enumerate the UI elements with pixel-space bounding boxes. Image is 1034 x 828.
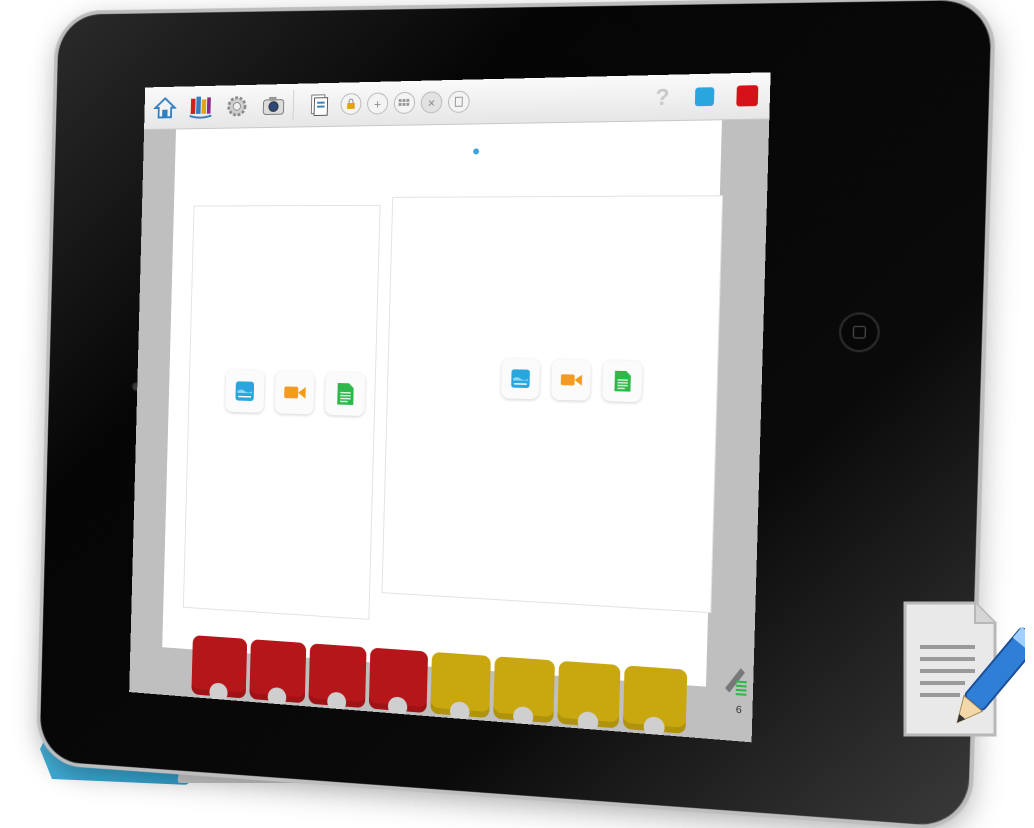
pages-icon[interactable] bbox=[303, 88, 336, 122]
toolbar-divider bbox=[293, 90, 295, 121]
image-icon[interactable] bbox=[501, 358, 540, 399]
books-icon[interactable] bbox=[185, 91, 216, 124]
document-edit-icon bbox=[895, 585, 1025, 755]
tablet-device: + × ? 6 bbox=[39, 0, 991, 828]
toolbar-spacer bbox=[470, 98, 639, 101]
gears-icon[interactable] bbox=[221, 90, 253, 123]
canvas-marker bbox=[473, 148, 479, 154]
text-icon[interactable] bbox=[325, 372, 366, 416]
page-panel-right[interactable] bbox=[381, 195, 723, 613]
page-number: 6 bbox=[736, 704, 742, 716]
close-icon[interactable]: × bbox=[421, 91, 443, 113]
image-icon[interactable] bbox=[225, 370, 264, 413]
help-icon[interactable]: ? bbox=[644, 80, 681, 116]
tile[interactable] bbox=[430, 652, 491, 718]
app-screen: + × ? 6 bbox=[129, 72, 770, 742]
plus-icon[interactable]: + bbox=[367, 92, 389, 114]
media-buttons bbox=[501, 358, 642, 402]
blue-square-icon[interactable] bbox=[686, 79, 723, 115]
tile[interactable] bbox=[249, 639, 306, 703]
editor-canvas[interactable] bbox=[162, 120, 722, 686]
media-buttons bbox=[225, 370, 365, 417]
tile[interactable] bbox=[557, 661, 620, 729]
video-icon[interactable] bbox=[274, 371, 314, 415]
tile[interactable] bbox=[191, 635, 247, 698]
tile[interactable] bbox=[623, 665, 688, 734]
tile[interactable] bbox=[493, 656, 555, 723]
camera-icon[interactable] bbox=[257, 89, 289, 123]
grid-icon[interactable] bbox=[394, 92, 416, 114]
home-icon[interactable] bbox=[150, 91, 181, 124]
page-panel-left[interactable] bbox=[183, 205, 381, 620]
lock-icon[interactable] bbox=[340, 93, 361, 115]
tile[interactable] bbox=[369, 648, 428, 714]
tile[interactable] bbox=[308, 643, 366, 708]
red-square-icon[interactable] bbox=[729, 78, 767, 114]
text-icon[interactable] bbox=[602, 360, 642, 402]
page-icon[interactable] bbox=[448, 91, 470, 113]
video-icon[interactable] bbox=[551, 359, 591, 401]
side-tools bbox=[721, 615, 751, 700]
